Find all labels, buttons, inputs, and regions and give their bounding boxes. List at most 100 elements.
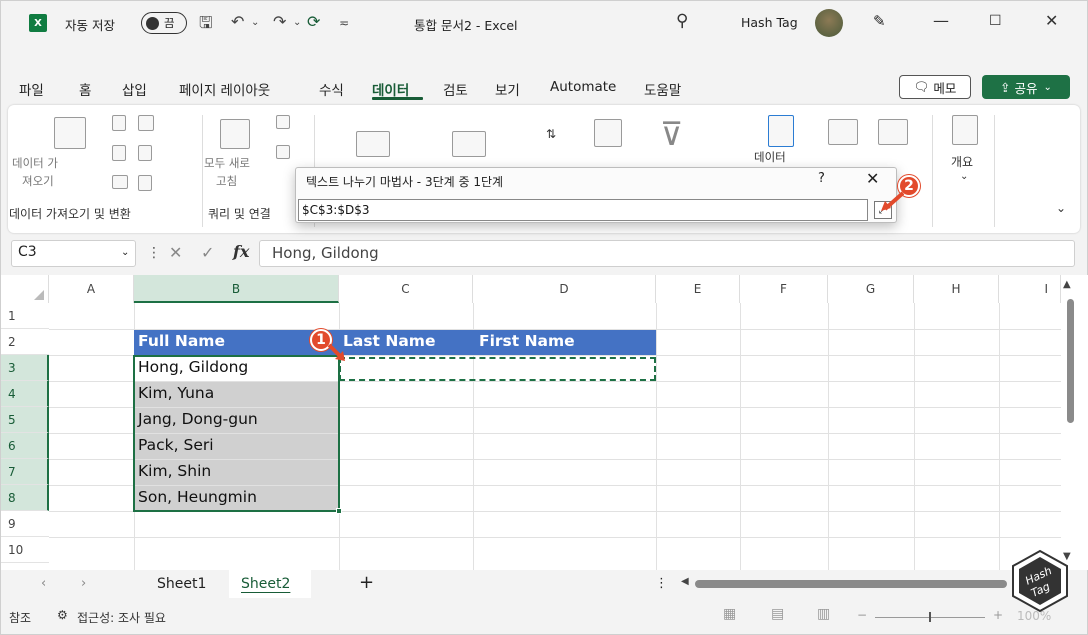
col-header-a[interactable]: A bbox=[49, 275, 134, 303]
tab-view[interactable]: 보기 bbox=[495, 79, 520, 99]
properties-icon[interactable] bbox=[276, 145, 290, 159]
normal-view-icon[interactable]: ▦ bbox=[723, 606, 736, 622]
redo-icon[interactable]: ↷ bbox=[273, 12, 286, 31]
zoom-slider-knob[interactable] bbox=[929, 612, 931, 622]
horizontal-scrollbar-thumb[interactable] bbox=[695, 580, 1007, 588]
queries-icon[interactable] bbox=[276, 115, 290, 129]
tab-file[interactable]: 파일 bbox=[19, 79, 44, 99]
fx-icon[interactable]: fx bbox=[233, 242, 249, 261]
outline-icon[interactable] bbox=[952, 115, 978, 145]
scroll-left-icon[interactable]: ◀ bbox=[681, 576, 689, 587]
col-header-i[interactable]: I bbox=[999, 275, 1061, 303]
get-data-line1[interactable]: 데이터 가 bbox=[12, 155, 58, 171]
autosave-toggle[interactable]: 끔 bbox=[141, 12, 187, 34]
tab-review[interactable]: 검토 bbox=[443, 79, 468, 99]
stocks-icon[interactable] bbox=[356, 131, 390, 157]
close-icon[interactable]: ✕ bbox=[1045, 11, 1058, 30]
zoom-out-icon[interactable]: − bbox=[857, 608, 867, 622]
col-header-g[interactable]: G bbox=[828, 275, 914, 303]
col-header-h[interactable]: H bbox=[914, 275, 999, 303]
cancel-icon[interactable]: ✕ bbox=[169, 243, 182, 262]
vertical-scrollbar-thumb[interactable] bbox=[1067, 299, 1074, 423]
more-options-icon[interactable]: ⋮ bbox=[655, 576, 668, 591]
comments-button[interactable]: 🗨 메모 bbox=[899, 75, 971, 99]
accessibility-status[interactable]: 접근성: 조사 필요 bbox=[77, 609, 166, 626]
tab-help[interactable]: 도움말 bbox=[644, 79, 681, 99]
formula-input[interactable]: Hong, Gildong bbox=[259, 240, 1075, 267]
tab-insert[interactable]: 삽입 bbox=[122, 79, 147, 99]
page-layout-view-icon[interactable]: ▤ bbox=[771, 606, 784, 622]
col-header-b[interactable]: B bbox=[134, 275, 339, 303]
text-to-columns-label[interactable]: 데이터 bbox=[754, 149, 786, 165]
save-icon[interactable]: 🖫 bbox=[199, 12, 213, 39]
prev-sheet-icon[interactable]: ‹ bbox=[41, 576, 46, 591]
undo-icon[interactable]: ↶ bbox=[231, 12, 244, 31]
geography-icon[interactable] bbox=[452, 131, 486, 157]
tab-automate[interactable]: Automate bbox=[550, 79, 616, 95]
row-header[interactable]: 9 bbox=[1, 511, 49, 537]
accessibility-icon[interactable]: ⚙ bbox=[57, 608, 68, 622]
avatar[interactable] bbox=[815, 9, 843, 37]
row-header[interactable]: 5 bbox=[1, 407, 49, 433]
from-table-icon[interactable] bbox=[112, 145, 126, 161]
sheet-tab-2[interactable]: Sheet2 bbox=[241, 576, 290, 592]
tab-formulas[interactable]: 수식 bbox=[319, 79, 344, 99]
sort-dialog-icon[interactable] bbox=[594, 119, 622, 147]
filter-icon[interactable]: ⊽ bbox=[660, 115, 683, 153]
tab-page-layout[interactable]: 페이지 레이아웃 bbox=[179, 79, 270, 99]
add-sheet-button[interactable]: + bbox=[359, 572, 374, 593]
tab-home[interactable]: 홈 bbox=[79, 79, 91, 99]
sort-icon[interactable]: ⇅ bbox=[546, 127, 556, 141]
row-header[interactable]: 8 bbox=[1, 485, 49, 511]
maximize-icon[interactable]: ☐ bbox=[989, 13, 1002, 29]
user-name[interactable]: Hash Tag bbox=[741, 15, 798, 30]
row-header[interactable]: 1 bbox=[1, 303, 49, 329]
tab-data[interactable]: 데이터 bbox=[372, 79, 409, 99]
row-header[interactable]: 7 bbox=[1, 459, 49, 485]
dialog-close-icon[interactable]: ✕ bbox=[866, 169, 879, 188]
pen-icon[interactable]: ✎ bbox=[873, 12, 886, 30]
col-header-d[interactable]: D bbox=[473, 275, 656, 303]
existing-conn-icon[interactable] bbox=[112, 175, 128, 189]
row-header[interactable]: 3 bbox=[1, 355, 49, 381]
from-web-icon[interactable] bbox=[138, 115, 154, 131]
get-data-line2[interactable]: 져오기 bbox=[22, 173, 54, 189]
scroll-up-icon[interactable]: ▲ bbox=[1063, 279, 1073, 295]
cell-d2[interactable]: First Name bbox=[473, 330, 656, 355]
col-header-f[interactable]: F bbox=[740, 275, 828, 303]
cell-c2[interactable]: Last Name bbox=[339, 330, 473, 355]
col-header-c[interactable]: C bbox=[339, 275, 473, 303]
row-header[interactable]: 10 bbox=[1, 537, 49, 563]
fill-handle[interactable] bbox=[336, 508, 342, 514]
refresh-line2[interactable]: 고침 bbox=[216, 173, 237, 189]
forecast-icon[interactable] bbox=[878, 119, 908, 145]
cell-b2[interactable]: Full Name bbox=[134, 330, 339, 355]
from-picture-icon[interactable] bbox=[138, 175, 152, 191]
select-all-corner[interactable] bbox=[1, 275, 49, 303]
undo-dropdown-icon[interactable]: ⌄ bbox=[251, 17, 259, 28]
refresh-all-icon[interactable] bbox=[220, 119, 250, 149]
minimize-icon[interactable]: — bbox=[933, 11, 949, 30]
from-text-icon[interactable] bbox=[112, 115, 126, 131]
share-button[interactable]: ⇪ 공유 ⌄ bbox=[982, 75, 1070, 99]
range-input[interactable]: $C$3:$D$3 bbox=[298, 199, 868, 221]
database-icon[interactable] bbox=[54, 117, 86, 149]
zoom-in-icon[interactable]: + bbox=[993, 608, 1003, 622]
row-header[interactable]: 2 bbox=[1, 329, 49, 355]
search-icon[interactable]: ⚲ bbox=[676, 11, 688, 31]
row-header[interactable]: 6 bbox=[1, 433, 49, 459]
sync-icon[interactable]: ⟳ bbox=[307, 12, 320, 31]
name-box[interactable]: C3 bbox=[11, 240, 136, 267]
col-header-e[interactable]: E bbox=[656, 275, 740, 303]
refresh-line1[interactable]: 모두 새로 bbox=[204, 155, 250, 171]
ribbon-collapse-icon[interactable]: ⌄ bbox=[1056, 201, 1066, 215]
outline-label[interactable]: 개요 bbox=[951, 153, 973, 170]
recent-sources-icon[interactable] bbox=[138, 145, 152, 161]
next-sheet-icon[interactable]: › bbox=[81, 576, 86, 591]
row-header[interactable]: 4 bbox=[1, 381, 49, 407]
customize-qat-icon[interactable]: ≂ bbox=[339, 16, 349, 30]
page-break-view-icon[interactable]: ▥ bbox=[817, 606, 830, 622]
outline-chevron-icon[interactable]: ⌄ bbox=[960, 171, 968, 182]
name-box-chevron-icon[interactable]: ⌄ bbox=[121, 247, 129, 258]
help-icon[interactable]: ? bbox=[818, 171, 825, 186]
